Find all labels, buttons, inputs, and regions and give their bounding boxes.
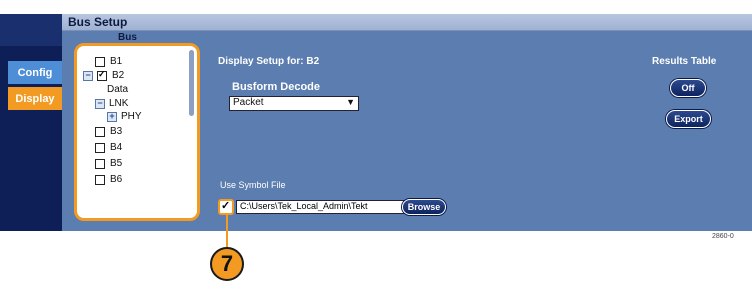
expand-icon[interactable]: + — [107, 111, 117, 122]
tree-item-b2[interactable]: − B2 — [83, 69, 125, 81]
checkbox[interactable] — [97, 69, 107, 81]
tree-item-label: B4 — [110, 142, 123, 153]
tree-item-label: PHY — [121, 111, 142, 122]
collapse-icon[interactable]: − — [95, 98, 105, 109]
tree-item-label: Data — [107, 84, 129, 95]
browse-button[interactable]: Browse — [402, 199, 446, 215]
checkbox[interactable] — [95, 142, 105, 153]
tree-item-b3[interactable]: B3 — [95, 126, 122, 137]
callout-number: 7 — [220, 251, 234, 276]
browse-button-label: Browse — [407, 202, 441, 212]
bus-panel-title: Bus — [118, 32, 137, 43]
sidebar-header — [0, 14, 62, 46]
title-bar: Bus Setup — [62, 14, 752, 31]
tree-item-b6[interactable]: B6 — [95, 174, 122, 185]
dropdown-arrow-icon[interactable]: ▼ — [346, 97, 355, 107]
off-button-label: Off — [681, 83, 695, 93]
checkbox[interactable] — [95, 158, 105, 169]
busform-decode-value: Packet — [233, 97, 264, 108]
figure-id: 2860-0 — [712, 233, 734, 240]
tree-item-b5[interactable]: B5 — [95, 158, 122, 169]
tree-item-phy[interactable]: + PHY — [107, 111, 142, 122]
tree-item-label: B6 — [110, 174, 123, 185]
symbol-file-path-field[interactable]: C:\Users\Tek_Local_Admin\Tekt — [236, 200, 406, 214]
display-setup-label: Display Setup for: B2 — [218, 56, 320, 67]
checkbox[interactable] — [95, 174, 105, 185]
checkbox[interactable] — [95, 56, 105, 67]
window-title: Bus Setup — [68, 15, 128, 29]
callout-line — [226, 214, 228, 248]
export-button-label: Export — [674, 114, 703, 124]
collapse-icon[interactable]: − — [83, 70, 93, 81]
tree-item-b1[interactable]: B1 — [95, 56, 122, 67]
checkbox[interactable] — [95, 126, 105, 137]
bus-tree[interactable]: B1 − B2 Data − LNK + PHY B3 B4 B5 B6 — [74, 43, 200, 221]
tab-display[interactable]: Display — [8, 87, 62, 110]
symbol-file-label: Use Symbol File — [220, 180, 286, 190]
tree-item-label: B2 — [112, 70, 125, 81]
export-button[interactable]: Export — [666, 110, 711, 128]
tree-item-label: B5 — [110, 158, 123, 169]
tree-scrollbar[interactable] — [189, 50, 194, 116]
tab-config-label: Config — [17, 66, 53, 79]
busform-decode-label: Busform Decode — [232, 81, 321, 93]
tab-display-label: Display — [15, 92, 55, 105]
tree-item-data[interactable]: Data — [107, 84, 128, 95]
results-off-button[interactable]: Off — [670, 79, 706, 97]
tab-config[interactable]: Config — [8, 61, 62, 84]
tree-item-label: LNK — [109, 98, 129, 109]
tree-item-label: B1 — [110, 56, 123, 67]
busform-decode-select[interactable]: Packet ▼ — [229, 96, 359, 111]
symbol-file-path: C:\Users\Tek_Local_Admin\Tekt — [240, 201, 368, 211]
callout-badge: 7 — [210, 247, 244, 281]
symbol-file-checkbox[interactable]: ✓ — [218, 199, 234, 215]
tree-item-label: B3 — [110, 126, 123, 137]
tree-item-b4[interactable]: B4 — [95, 142, 122, 153]
check-icon: ✓ — [221, 200, 231, 212]
results-table-label: Results Table — [652, 56, 717, 67]
sidebar: Config Display — [0, 14, 62, 231]
tree-item-lnk[interactable]: − LNK — [95, 98, 128, 109]
